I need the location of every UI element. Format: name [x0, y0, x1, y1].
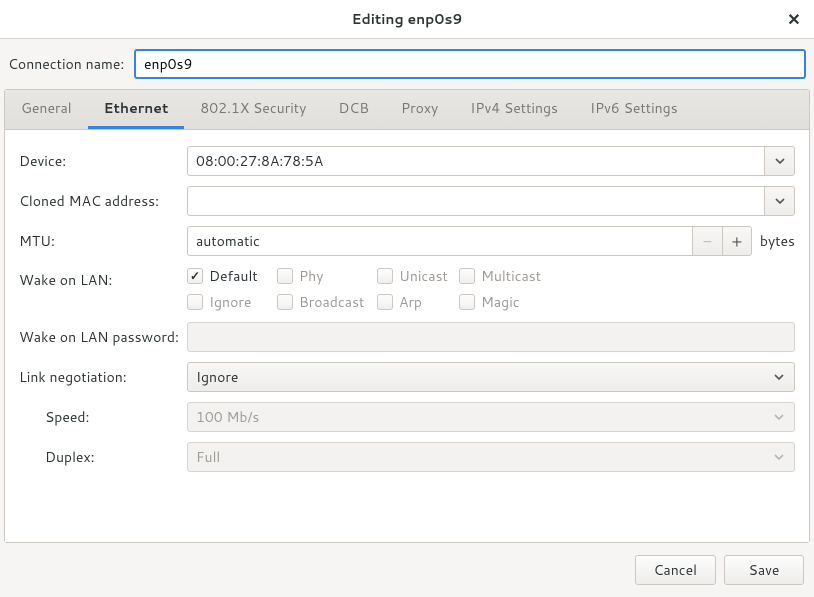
- chevron-down-icon: [775, 151, 785, 171]
- device-combo[interactable]: 08:00:27:8A:78:5A: [187, 146, 795, 176]
- wol-ignore-check[interactable]: Ignore: [187, 292, 277, 312]
- tab-ipv6[interactable]: IPv6 Settings: [574, 90, 694, 129]
- mtu-minus-button[interactable]: −: [692, 226, 722, 256]
- connection-name-row: Connection name:: [0, 39, 814, 89]
- device-dropdown-button[interactable]: [764, 147, 794, 175]
- link-negotiation-label: Link negotiation:: [19, 367, 187, 387]
- wol-options: Default Phy Unicast Multicast Ignore Bro…: [187, 266, 555, 312]
- wol-arp-check[interactable]: Arp: [377, 292, 459, 312]
- mtu-plus-button[interactable]: +: [722, 226, 752, 256]
- mtu-spinner[interactable]: automatic − +: [187, 226, 752, 256]
- wol-password-input: [187, 322, 795, 352]
- checkbox-icon: [377, 294, 393, 310]
- tab-8021x[interactable]: 802.1X Security: [184, 90, 322, 129]
- tab-proxy[interactable]: Proxy: [385, 90, 454, 129]
- mtu-unit: bytes: [760, 231, 795, 251]
- tab-dcb[interactable]: DCB: [322, 90, 385, 129]
- connection-name-label: Connection name:: [8, 54, 134, 74]
- wol-default-check[interactable]: Default: [187, 266, 277, 286]
- window-title: Editing enp0s9: [352, 9, 463, 29]
- cloned-mac-dropdown-button[interactable]: [764, 187, 794, 215]
- chevron-down-icon: [774, 447, 784, 467]
- tabs-container: General Ethernet 802.1X Security DCB Pro…: [4, 89, 810, 543]
- mtu-value[interactable]: automatic: [187, 226, 692, 256]
- device-label: Device:: [19, 151, 187, 171]
- ethernet-panel: Device: 08:00:27:8A:78:5A Cloned MAC add…: [5, 130, 809, 542]
- speed-label: Speed:: [19, 407, 187, 427]
- cancel-button[interactable]: Cancel: [635, 555, 717, 585]
- checkbox-icon: [187, 294, 203, 310]
- checkbox-icon: [277, 294, 293, 310]
- checkbox-icon: [277, 268, 293, 284]
- link-negotiation-dropdown[interactable]: Ignore: [187, 362, 795, 392]
- cloned-mac-combo[interactable]: [187, 186, 795, 216]
- chevron-down-icon: [774, 367, 784, 387]
- wol-magic-check[interactable]: Magic: [459, 292, 555, 312]
- tab-general[interactable]: General: [5, 90, 88, 129]
- titlebar: Editing enp0s9 ✕: [0, 0, 814, 39]
- wol-unicast-check[interactable]: Unicast: [377, 266, 459, 286]
- connection-name-input[interactable]: [134, 49, 806, 79]
- device-value[interactable]: 08:00:27:8A:78:5A: [188, 147, 764, 175]
- duplex-label: Duplex:: [19, 447, 187, 467]
- mtu-label: MTU:: [19, 231, 187, 251]
- chevron-down-icon: [774, 407, 784, 427]
- duplex-value: Full: [196, 447, 220, 467]
- wol-phy-check[interactable]: Phy: [277, 266, 377, 286]
- checkbox-icon: [377, 268, 393, 284]
- cloned-mac-label: Cloned MAC address:: [19, 191, 187, 211]
- save-button[interactable]: Save: [724, 555, 804, 585]
- tab-bar: General Ethernet 802.1X Security DCB Pro…: [5, 90, 809, 130]
- speed-value: 100 Mb/s: [196, 407, 259, 427]
- dialog-footer: Cancel Save: [0, 543, 814, 597]
- tab-ipv4[interactable]: IPv4 Settings: [454, 90, 574, 129]
- chevron-down-icon: [775, 191, 785, 211]
- tab-ethernet[interactable]: Ethernet: [88, 90, 185, 129]
- duplex-dropdown: Full: [187, 442, 795, 472]
- checkbox-icon: [459, 294, 475, 310]
- checkbox-icon: [459, 268, 475, 284]
- wol-broadcast-check[interactable]: Broadcast: [277, 292, 377, 312]
- wol-password-label: Wake on LAN password:: [19, 327, 187, 347]
- speed-dropdown: 100 Mb/s: [187, 402, 795, 432]
- close-icon[interactable]: ✕: [784, 9, 804, 29]
- checkbox-icon: [187, 268, 203, 284]
- wol-label: Wake on LAN:: [19, 266, 187, 290]
- cloned-mac-value[interactable]: [188, 187, 764, 215]
- link-negotiation-value: Ignore: [196, 367, 238, 387]
- wol-multicast-check[interactable]: Multicast: [459, 266, 555, 286]
